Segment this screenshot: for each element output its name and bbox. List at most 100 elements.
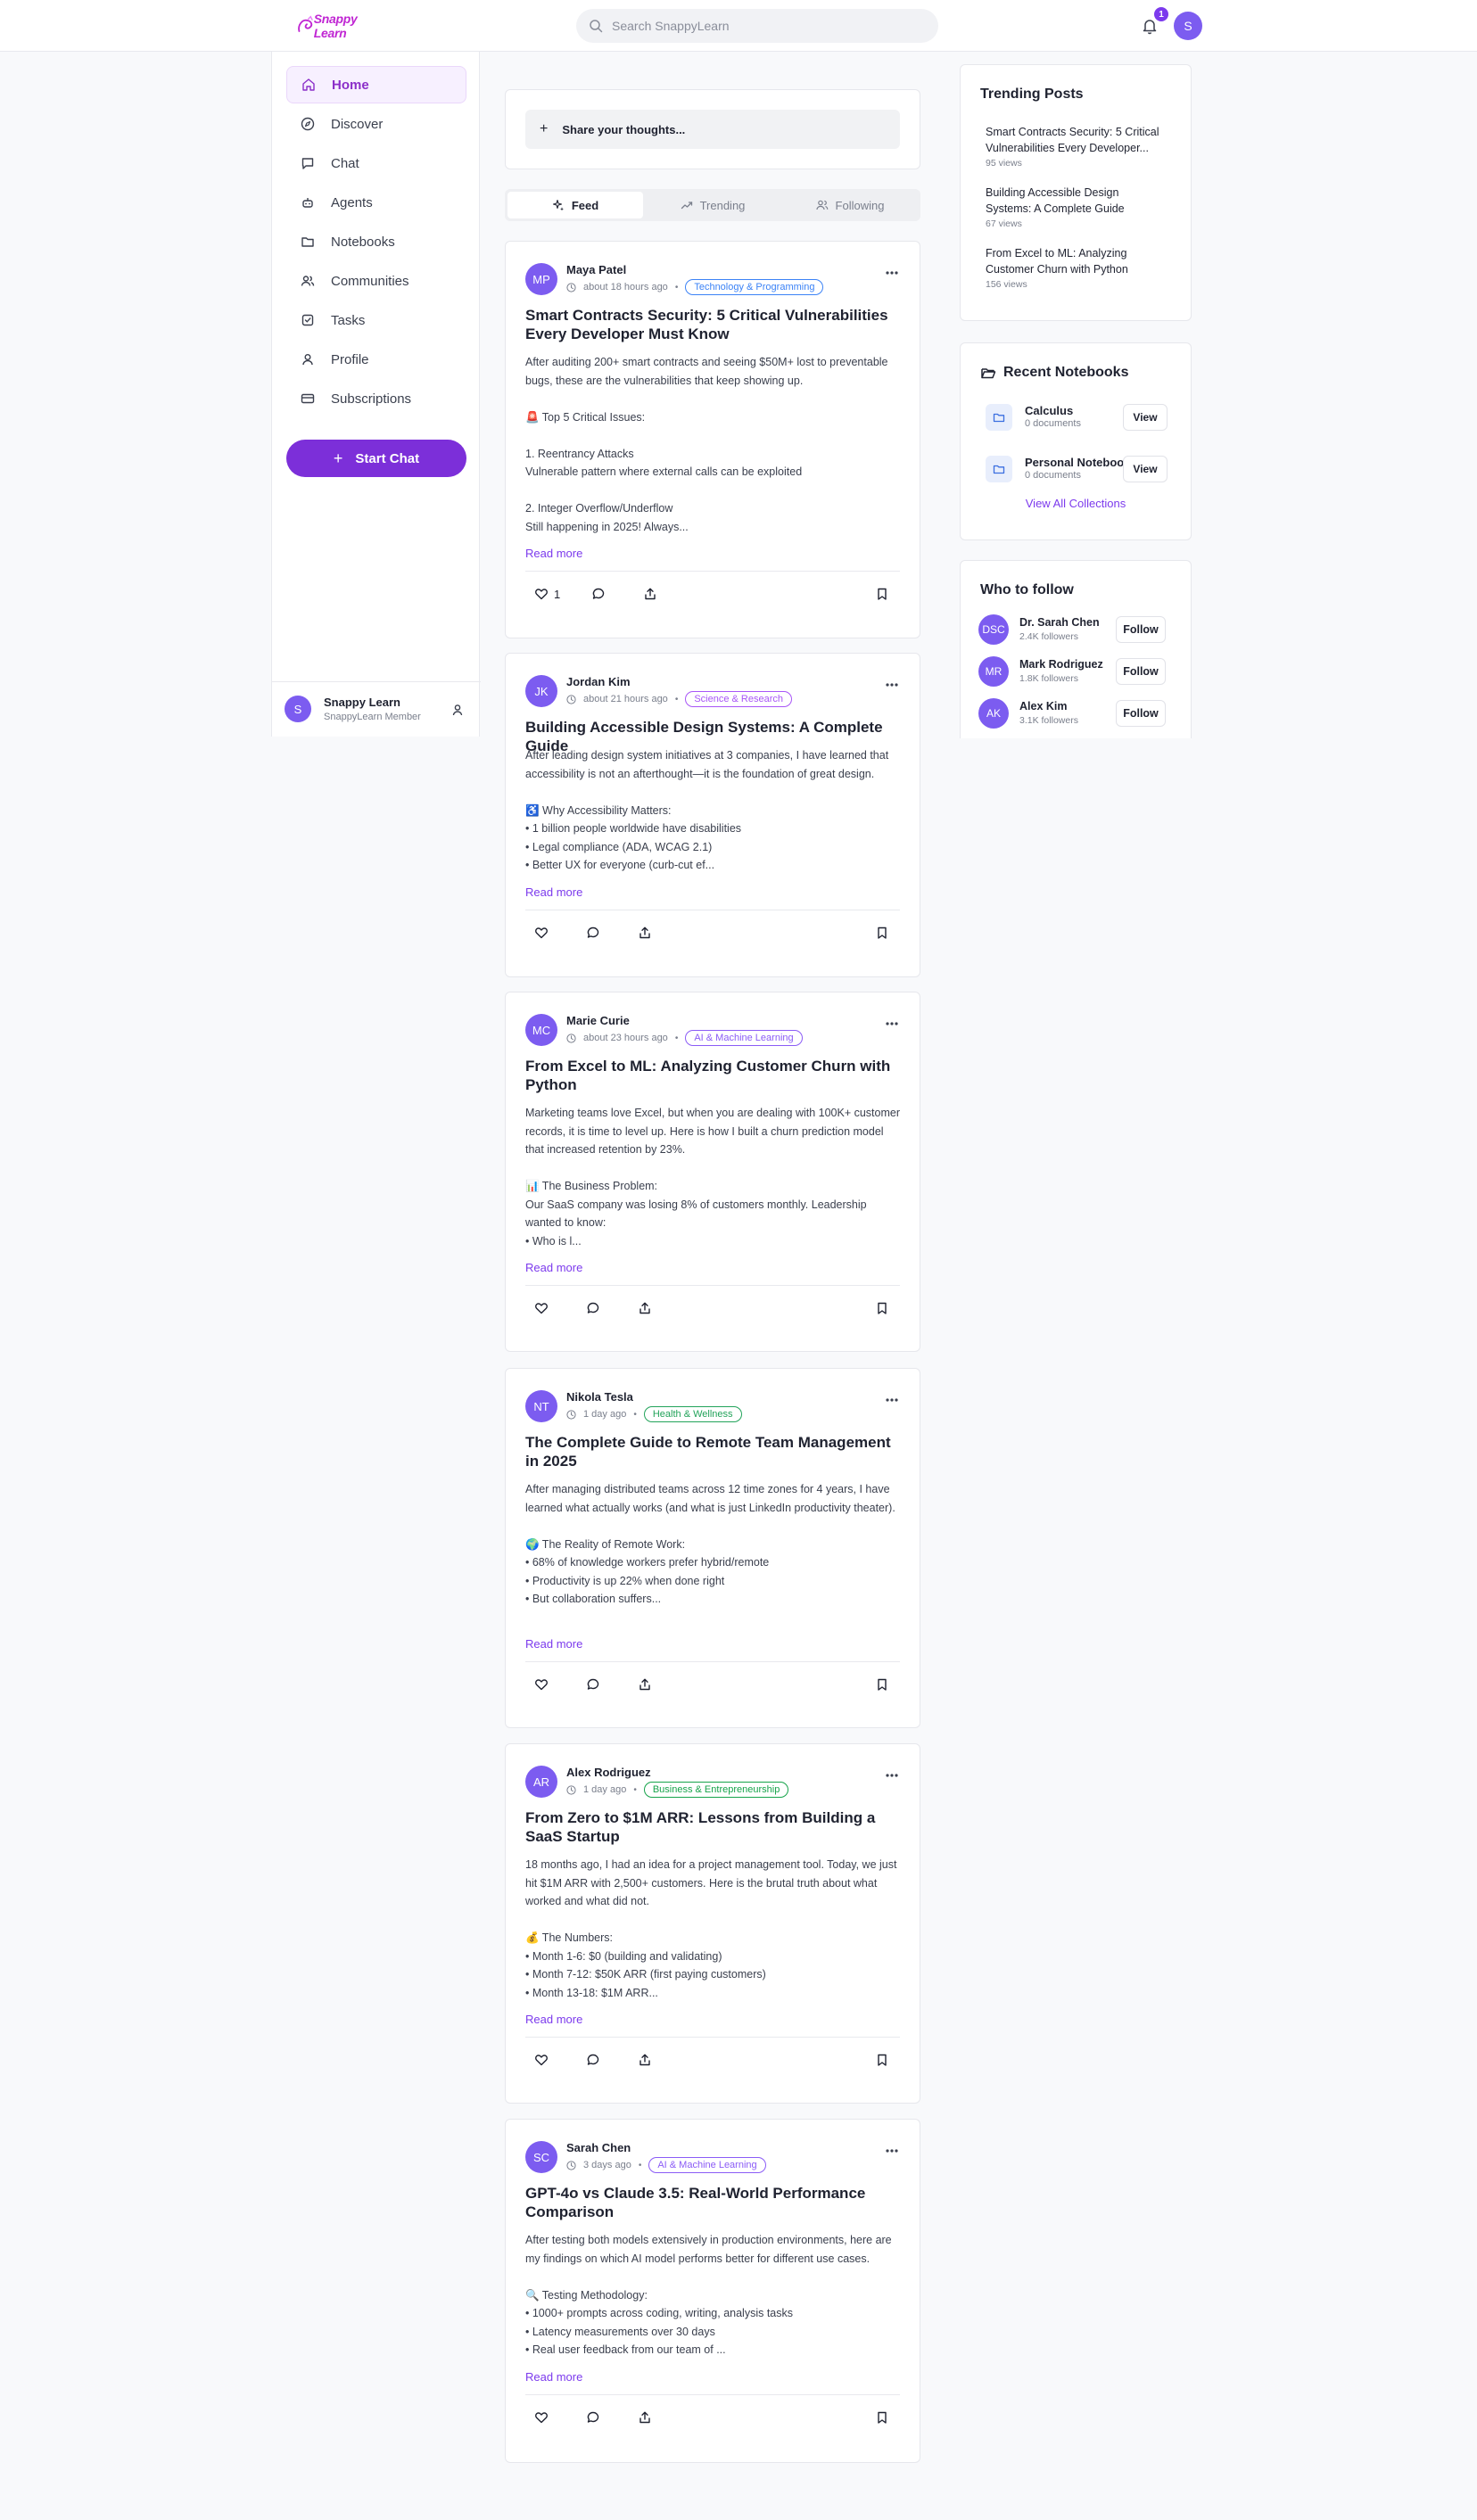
bookmark-button[interactable]	[875, 1299, 889, 1317]
sidebar-item-profile[interactable]: Profile	[286, 341, 466, 378]
view-notebook-button[interactable]: View	[1123, 456, 1168, 482]
sidebar-item-notebooks[interactable]: Notebooks	[286, 223, 466, 260]
tab-feed[interactable]: Feed	[507, 192, 643, 218]
share-button[interactable]	[638, 1299, 652, 1317]
post-category-badge[interactable]: Science & Research	[685, 691, 792, 707]
bookmark-button[interactable]	[875, 1676, 889, 1693]
like-button[interactable]	[534, 1676, 554, 1693]
read-more-link[interactable]: Read more	[525, 885, 582, 899]
avatar[interactable]: SC	[525, 2141, 557, 2173]
comment-button[interactable]	[586, 924, 600, 942]
post-author[interactable]: Alex Rodriguez	[566, 1766, 651, 1779]
trending-item[interactable]: From Excel to ML: Analyzing Customer Chu…	[986, 245, 1164, 290]
avatar[interactable]: MP	[525, 263, 557, 295]
post-title[interactable]: GPT-4o vs Claude 3.5: Real-World Perform…	[525, 2184, 900, 2221]
search-bar[interactable]	[576, 9, 938, 43]
start-chat-button[interactable]: + Start Chat	[286, 440, 466, 477]
comment-button[interactable]	[586, 2051, 600, 2069]
bookmark-button[interactable]	[875, 2409, 889, 2426]
view-all-collections-link[interactable]: View All Collections	[961, 497, 1191, 510]
avatar[interactable]: MC	[525, 1014, 557, 1046]
more-options-icon[interactable]	[884, 680, 900, 689]
follow-suggestion-name[interactable]: Mark Rodriguez	[1019, 658, 1103, 671]
tab-following[interactable]: Following	[782, 192, 918, 218]
read-more-link[interactable]: Read more	[525, 2370, 582, 2384]
avatar[interactable]: JK	[525, 675, 557, 707]
share-button[interactable]	[643, 585, 657, 603]
like-button[interactable]: 1	[534, 585, 560, 603]
comment-button[interactable]	[586, 2409, 600, 2426]
like-button[interactable]	[534, 2409, 554, 2426]
more-options-icon[interactable]	[884, 1396, 900, 1404]
logo[interactable]: Snappy Learn	[296, 12, 382, 40]
post-category-badge[interactable]: Health & Wellness	[643, 1406, 742, 1422]
bookmark-button[interactable]	[875, 585, 889, 603]
share-button[interactable]	[638, 1676, 652, 1693]
tab-trending[interactable]: Trending	[645, 192, 780, 218]
user-avatar[interactable]: S	[1174, 12, 1202, 40]
sidebar: Home Discover Chat Agents Notebooks Comm…	[271, 52, 481, 737]
post-category-badge[interactable]: Technology & Programming	[685, 279, 824, 295]
bookmark-button[interactable]	[875, 924, 889, 942]
read-more-link[interactable]: Read more	[525, 1261, 582, 1274]
follow-suggestion-name[interactable]: Alex Kim	[1019, 700, 1068, 712]
share-thoughts-input[interactable]: + Share your thoughts...	[525, 110, 900, 149]
post-author[interactable]: Maya Patel	[566, 263, 626, 276]
like-button[interactable]	[534, 924, 554, 942]
like-button[interactable]	[534, 2051, 554, 2069]
avatar[interactable]: DSC	[978, 614, 1009, 645]
follow-suggestion-name[interactable]: Dr. Sarah Chen	[1019, 616, 1100, 629]
sidebar-item-agents[interactable]: Agents	[286, 184, 466, 221]
comment-button[interactable]	[591, 585, 606, 603]
clock-icon	[566, 2160, 576, 2170]
post-title[interactable]: Smart Contracts Security: 5 Critical Vul…	[525, 306, 900, 343]
follow-suggestion: DSC Dr. Sarah Chen 2.4K followers Follow	[978, 613, 1166, 646]
read-more-link[interactable]: Read more	[525, 547, 582, 560]
post-title[interactable]: From Excel to ML: Analyzing Customer Chu…	[525, 1057, 900, 1094]
user-settings-icon[interactable]	[450, 703, 465, 717]
share-button[interactable]	[638, 2051, 652, 2069]
more-options-icon[interactable]	[884, 1771, 900, 1780]
notebook-item[interactable]: Personal Notebook 0 documents View	[980, 452, 1168, 488]
avatar[interactable]: MR	[978, 656, 1009, 687]
post-author[interactable]: Sarah Chen	[566, 2141, 631, 2154]
notebook-item[interactable]: Calculus 0 documents View	[980, 400, 1168, 436]
follow-button[interactable]: Follow	[1116, 658, 1166, 685]
share-button[interactable]	[638, 2409, 652, 2426]
read-more-link[interactable]: Read more	[525, 2013, 582, 2026]
post-author[interactable]: Nikola Tesla	[566, 1390, 633, 1404]
share-button[interactable]	[638, 924, 652, 942]
like-button[interactable]	[534, 1299, 554, 1317]
search-input[interactable]	[612, 19, 915, 33]
sidebar-item-chat[interactable]: Chat	[286, 144, 466, 182]
more-options-icon[interactable]	[884, 268, 900, 277]
post-title[interactable]: From Zero to $1M ARR: Lessons from Build…	[525, 1808, 900, 1846]
bookmark-button[interactable]	[875, 2051, 889, 2069]
comment-button[interactable]	[586, 1676, 600, 1693]
post-category-badge[interactable]: AI & Machine Learning	[648, 2157, 766, 2173]
post-category-badge[interactable]: AI & Machine Learning	[685, 1030, 803, 1046]
sidebar-item-home[interactable]: Home	[286, 66, 466, 103]
trending-item[interactable]: Smart Contracts Security: 5 Critical Vul…	[986, 124, 1164, 169]
avatar[interactable]: AK	[978, 698, 1009, 729]
avatar[interactable]: AR	[525, 1766, 557, 1798]
follow-button[interactable]: Follow	[1116, 616, 1166, 643]
post-title[interactable]: The Complete Guide to Remote Team Manage…	[525, 1433, 900, 1470]
sidebar-item-discover[interactable]: Discover	[286, 105, 466, 143]
avatar[interactable]: NT	[525, 1390, 557, 1422]
trending-item[interactable]: Building Accessible Design Systems: A Co…	[986, 185, 1164, 229]
sidebar-item-subscriptions[interactable]: Subscriptions	[286, 380, 466, 417]
post-category-badge[interactable]: Business & Entrepreneurship	[643, 1782, 789, 1798]
more-options-icon[interactable]	[884, 1019, 900, 1028]
sidebar-item-communities[interactable]: Communities	[286, 262, 466, 300]
sidebar-user[interactable]: S Snappy Learn SnappyLearn Member	[285, 694, 468, 729]
view-notebook-button[interactable]: View	[1123, 404, 1168, 431]
more-options-icon[interactable]	[884, 2146, 900, 2155]
sidebar-item-tasks[interactable]: Tasks	[286, 301, 466, 339]
read-more-link[interactable]: Read more	[525, 1637, 582, 1651]
comment-button[interactable]	[586, 1299, 600, 1317]
post-author[interactable]: Marie Curie	[566, 1014, 630, 1027]
users-icon	[815, 200, 828, 210]
follow-button[interactable]: Follow	[1116, 700, 1166, 727]
post-author[interactable]: Jordan Kim	[566, 675, 631, 688]
